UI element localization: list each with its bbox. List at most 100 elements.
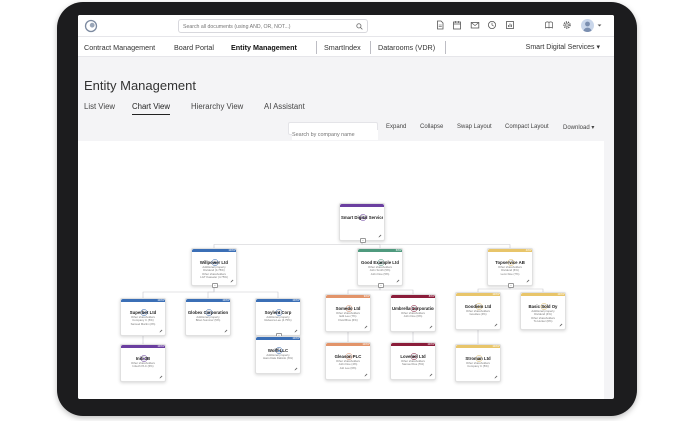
workspace-name: Smart Digital Services xyxy=(525,44,595,51)
gear-icon[interactable] xyxy=(562,20,572,30)
entity-node-umbrella[interactable]: 80% Umbrella Corporation Other shareholder… xyxy=(390,294,436,332)
entity-node-gleason[interactable]: 100% Gleason PLC Other shareholders John D… xyxy=(325,342,371,380)
main-nav: Contract Management Board Portal Entity … xyxy=(78,37,614,57)
search-icon[interactable] xyxy=(356,23,363,30)
app-logo-icon[interactable] xyxy=(84,19,98,33)
workspace-selector[interactable]: Smart Digital Services ▾ xyxy=(526,43,600,51)
ownership-percent: 100% xyxy=(492,293,499,296)
edit-icon[interactable] xyxy=(494,323,498,327)
report-icon[interactable] xyxy=(505,20,515,30)
ownership-percent: 100% xyxy=(157,345,164,348)
swap-layout-button[interactable]: Swap Layout xyxy=(457,124,492,130)
calendar-icon[interactable] xyxy=(452,20,462,30)
org-chart-canvas[interactable]: Smart Digital Services − 100% Willpower Ltd… xyxy=(78,141,604,399)
edit-icon[interactable] xyxy=(429,373,433,377)
collapse-toggle[interactable]: − xyxy=(212,283,218,288)
edit-icon[interactable] xyxy=(364,325,368,329)
edit-icon[interactable] xyxy=(294,367,298,371)
entity-node-good[interactable]: 60% Good Example Ltd Other shareholders Jo… xyxy=(357,248,403,288)
tab-ai-assistant[interactable]: AI Assistant xyxy=(264,102,305,111)
tab-hierarchy-view[interactable]: Hierarchy View xyxy=(191,102,243,111)
collapse-button[interactable]: Collapse xyxy=(420,124,443,130)
global-search[interactable] xyxy=(178,19,368,33)
edit-icon[interactable] xyxy=(526,279,530,283)
entity-name: Somedo Ltd xyxy=(335,306,361,311)
collapse-toggle[interactable]: − xyxy=(508,283,514,288)
tab-chart-view[interactable]: Chart View xyxy=(132,102,170,115)
entity-details: Other shareholders John Doe (6%) xyxy=(401,312,425,319)
nav-entity-management[interactable]: Entity Management xyxy=(231,43,297,52)
collapse-toggle[interactable]: − xyxy=(378,283,384,288)
nav-datarooms[interactable]: Datarooms (VDR) xyxy=(378,43,435,52)
edit-icon[interactable] xyxy=(378,234,382,238)
edit-icon[interactable] xyxy=(159,329,163,333)
edit-icon[interactable] xyxy=(224,329,228,333)
edit-icon[interactable] xyxy=(494,375,498,379)
avatar[interactable] xyxy=(581,19,594,32)
entity-name: Smart Digital Services xyxy=(341,215,383,220)
nav-board-portal[interactable]: Board Portal xyxy=(174,43,214,52)
tab-list-view[interactable]: List View xyxy=(84,102,115,111)
entity-node-lovemel[interactable]: 100% Lovemel Ltd Other shareholders Samuel… xyxy=(390,342,436,380)
entity-node-wolff[interactable]: 100% Wolff LLC Additional property Hans Da… xyxy=(255,336,301,374)
expand-button[interactable]: Expand xyxy=(386,124,406,130)
entity-node-somedo[interactable]: 90% Somedo Ltd Other shareholders Edit Lee… xyxy=(325,294,371,332)
book-icon[interactable] xyxy=(544,20,554,30)
entity-node-soylent[interactable]: 100% Soylent Corp Additional property Rebe… xyxy=(255,298,301,338)
edit-icon[interactable] xyxy=(559,323,563,327)
company-search[interactable] xyxy=(288,122,378,140)
edit-icon[interactable] xyxy=(294,329,298,333)
collapse-toggle[interactable]: − xyxy=(360,238,366,243)
company-icon xyxy=(275,341,283,354)
edit-icon[interactable] xyxy=(396,279,400,283)
entity-name: Superbet Ltd xyxy=(129,310,157,315)
chevron-down-icon: ▾ xyxy=(596,44,600,51)
app-screen: Contract Management Board Portal Entity … xyxy=(78,15,614,399)
nav-divider xyxy=(370,41,371,54)
ownership-percent: 40% xyxy=(525,249,531,252)
entity-node-root[interactable]: Smart Digital Services − xyxy=(339,203,385,243)
edit-icon[interactable] xyxy=(429,325,433,329)
download-label: Download xyxy=(563,125,590,131)
entity-details: Other shareholders Samuel Doe (5%) xyxy=(401,360,425,367)
company-search-input[interactable] xyxy=(292,130,378,140)
company-icon xyxy=(205,303,213,316)
download-button[interactable]: Download ▾ xyxy=(563,124,594,131)
chevron-down-icon: ▾ xyxy=(591,125,595,131)
mail-icon[interactable] xyxy=(470,20,480,30)
entity-node-basic[interactable]: 100% Basic Sold Oy Additional property Div… xyxy=(520,292,566,330)
company-icon xyxy=(475,297,483,310)
chevron-down-icon[interactable] xyxy=(597,23,602,28)
entity-node-goodiem[interactable]: 100% Goodiem Ltd Other shareholders Goodie… xyxy=(455,292,501,330)
global-search-input[interactable] xyxy=(183,21,353,32)
company-icon xyxy=(211,253,219,266)
entity-details: Additional property Brian Summer (5%) xyxy=(195,316,221,323)
nav-contract-management[interactable]: Contract Management xyxy=(84,43,155,52)
entity-node-stroman[interactable]: 100% Stroman Ltd Other shareholders Compan… xyxy=(455,344,501,382)
entity-node-initech[interactable]: 100% Initi 3B Other shareholders Initech P… xyxy=(120,344,166,382)
entity-node-globex[interactable]: 100% Globex Corporation Additional propert… xyxy=(185,298,231,336)
edit-icon[interactable] xyxy=(159,375,163,379)
entity-name: Basic Sold Oy xyxy=(528,304,558,309)
edit-icon[interactable] xyxy=(364,373,368,377)
ownership-percent: 100% xyxy=(292,299,299,302)
top-header xyxy=(78,15,614,37)
entity-name: Willpower Ltd xyxy=(199,260,229,265)
entity-name: Good Example Ltd xyxy=(361,260,399,265)
ownership-percent: 100% xyxy=(292,337,299,340)
company-icon xyxy=(275,303,283,316)
ownership-percent: 80% xyxy=(428,295,434,298)
history-icon[interactable] xyxy=(487,20,497,30)
entity-details: Additional property Rebecca Lee (4.75%) xyxy=(264,316,292,323)
edit-icon[interactable] xyxy=(230,279,234,283)
entity-node-topservice[interactable]: 40% Topservice AB Other shareholders Divid… xyxy=(487,248,533,288)
nav-smartindex[interactable]: SmartIndex xyxy=(324,43,361,52)
compact-layout-button[interactable]: Compact Layout xyxy=(505,124,549,130)
entity-details: Other shareholders Edit Lee (7%) Fluid B… xyxy=(336,312,360,322)
connector-line xyxy=(213,286,279,298)
page-title: Entity Management xyxy=(84,78,197,93)
ownership-percent: 100% xyxy=(492,345,499,348)
entity-node-superbet[interactable]: 100% Superbet Ltd Other shareholders Compa… xyxy=(120,298,166,336)
entity-node-willpower[interactable]: 100% Willpower Ltd Additional property Div… xyxy=(191,248,237,288)
document-icon[interactable] xyxy=(435,20,445,30)
